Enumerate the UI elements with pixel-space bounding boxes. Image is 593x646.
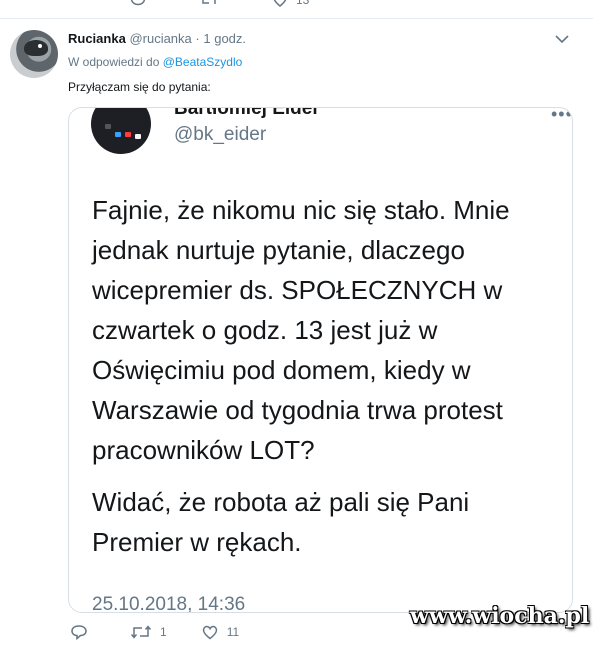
reply-icon: [71, 625, 87, 640]
heart-icon: [273, 0, 287, 7]
reply-mention-link[interactable]: @BeataSzydlo: [163, 55, 243, 69]
quoted-paragraph-1: Fajnie, że nikomu nic się stało. Mnie je…: [92, 195, 510, 465]
reply-button[interactable]: [70, 624, 96, 640]
like-count: 11: [226, 625, 240, 639]
quoted-tweet-date: 25.10.2018, 14:36: [92, 594, 246, 613]
prev-reply-action[interactable]: [130, 0, 146, 8]
prev-like-action[interactable]: 13: [272, 0, 309, 8]
tweet-timestamp[interactable]: 1 godz.: [203, 31, 246, 46]
heart-icon: [202, 625, 217, 640]
tweet-text: Przyłączam się do pytania:: [68, 80, 211, 94]
site-watermark: www.wiocha.pl: [410, 603, 590, 629]
retweet-count: 1: [160, 625, 167, 639]
tweet-menu-button[interactable]: [554, 32, 570, 44]
separator-dot: ·: [195, 31, 200, 46]
bird-avatar: [24, 40, 48, 56]
reply-prefix: W odpowiedzi do: [68, 55, 160, 69]
previous-tweet-actions: 13: [0, 0, 593, 19]
tweet-actions: 1 11: [70, 624, 273, 640]
like-button[interactable]: 11: [201, 624, 239, 640]
quoted-author-avatar: [91, 108, 151, 154]
reply-context: W odpowiedzi do @BeataSzydlo: [68, 55, 242, 69]
chevron-down-icon: [555, 35, 569, 44]
quoted-author-handle: @bk_eider: [174, 124, 267, 145]
author-name[interactable]: Rucianka: [68, 31, 126, 46]
tweet-header: Rucianka @rucianka · 1 godz.: [68, 31, 246, 46]
quoted-paragraph-2: Widać, że robota aż pali się Pani Premie…: [92, 487, 470, 557]
quoted-author-name: Bartłomiej Eider: [174, 107, 320, 119]
retweet-icon: [202, 0, 216, 4]
reply-icon: [130, 0, 146, 6]
quoted-more-icon: •••: [551, 107, 573, 124]
quoted-tweet-body: Fajnie, że nikomu nic się stało. Mnie je…: [92, 190, 562, 562]
prev-retweet-action[interactable]: [200, 0, 218, 8]
quoted-tweet-card[interactable]: Bartłomiej Eider @bk_eider ••• Fajnie, ż…: [68, 107, 573, 613]
author-avatar[interactable]: [10, 30, 58, 78]
retweet-icon: [130, 625, 152, 639]
retweet-button[interactable]: 1: [130, 624, 167, 640]
prev-like-count: 13: [296, 0, 310, 7]
author-handle[interactable]: @rucianka: [129, 31, 191, 46]
